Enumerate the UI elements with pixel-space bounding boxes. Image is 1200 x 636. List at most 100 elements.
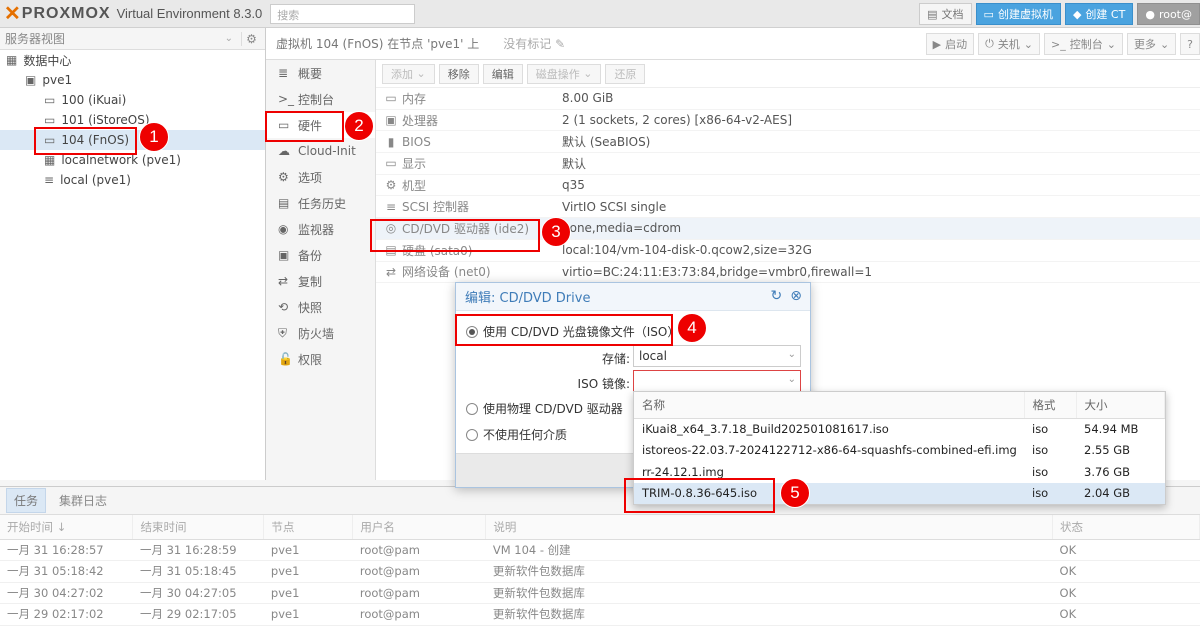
- chevron-down-icon[interactable]: ⌄: [225, 33, 233, 44]
- product-version: Virtual Environment 8.3.0: [116, 6, 263, 21]
- more-button[interactable]: 更多 ⌄: [1126, 33, 1177, 55]
- unlock-icon: 🔓: [278, 352, 293, 366]
- nav-item[interactable]: ⟲ 快照: [266, 294, 375, 320]
- shutdown-button[interactable]: ⏻ 关机 ⌄: [978, 33, 1040, 55]
- list-icon: ▤: [278, 196, 290, 210]
- nav-item[interactable]: ☁ Cloud-Init: [266, 138, 375, 164]
- play-icon: ▶: [932, 37, 942, 51]
- iso-row[interactable]: TRIM-0.8.36-645.iso iso 2.04 GB: [634, 482, 1165, 504]
- book-icon: ▤: [927, 7, 938, 21]
- task-row[interactable]: 一月 31 16:28:57 一月 31 16:28:59 pve1 root@pam…: [0, 539, 1200, 561]
- hardware-row[interactable]: ▮ BIOS 默认 (SeaBIOS): [376, 131, 1200, 154]
- scsi-icon: ≡: [385, 199, 397, 214]
- help-button[interactable]: ?: [1180, 33, 1200, 55]
- search-input[interactable]: 搜索: [270, 3, 416, 24]
- cloud-icon: ☁: [278, 144, 290, 158]
- tree-item[interactable]: ▭ 100 (iKuai): [0, 90, 265, 110]
- hardware-row[interactable]: ≡ SCSI 控制器 VirtIO SCSI single: [376, 196, 1200, 219]
- proxmox-logo: ✕ PROXMOX Virtual Environment 8.3.0: [4, 4, 262, 24]
- storage-select[interactable]: local ⌄: [633, 345, 801, 367]
- hardware-row[interactable]: ▭ 内存 8.00 GiB: [376, 88, 1200, 110]
- iso-row[interactable]: istoreos-22.03.7-2024122712-x86-64-squas…: [634, 440, 1165, 462]
- tab-tasks[interactable]: 任务: [6, 488, 47, 513]
- create-ct-button[interactable]: ◆ 创建 CT: [1064, 3, 1134, 25]
- vm-header: 虚拟机 104 (FnOS) 在节点 'pve1' 上 没有标记 ✎ ▶ 启动 ⏻…: [266, 28, 1200, 60]
- chevron-down-icon: ⌄: [787, 349, 796, 360]
- hardware-row[interactable]: ◎ CD/DVD 驱动器 (ide2) none,media=cdrom: [376, 218, 1200, 240]
- iso-image-select[interactable]: ⌄: [633, 370, 801, 392]
- tree-item[interactable]: ▣ pve1: [0, 70, 265, 90]
- tree-item[interactable]: ▦ 数据中心: [0, 50, 265, 70]
- hardware-row[interactable]: ▤ 硬盘 (sata0) local:104/vm-104-disk-0.qcow2…: [376, 240, 1200, 262]
- disk-ops-button[interactable]: 磁盘操作 ⌄: [526, 63, 602, 84]
- no-media-option[interactable]: 不使用任何介质: [466, 426, 567, 443]
- task-column-header[interactable]: 状态: [1052, 515, 1200, 540]
- docs-button[interactable]: ▤ 文档: [919, 3, 972, 25]
- task-row[interactable]: 一月 30 04:27:02 一月 30 04:27:05 pve1 root@pam…: [0, 582, 1200, 604]
- nav-item[interactable]: ◉ 监视器: [266, 216, 375, 242]
- hardware-row[interactable]: ⚙ 机型 q35: [376, 175, 1200, 197]
- nav-item[interactable]: 🔓 权限: [266, 346, 375, 372]
- radio-selected[interactable]: [466, 326, 478, 338]
- shield-icon: ⛨: [278, 325, 288, 340]
- task-row[interactable]: 一月 31 05:18:42 一月 31 05:18:45 pve1 root@pam…: [0, 560, 1200, 583]
- vm-icon: ▭: [44, 113, 56, 127]
- nav-item[interactable]: ▤ 任务历史: [266, 190, 375, 216]
- start-button[interactable]: ▶ 启动: [925, 33, 975, 55]
- nav-item[interactable]: >_ 控制台: [266, 86, 375, 112]
- tab-cluster-log[interactable]: 集群日志: [52, 489, 114, 512]
- reset-icon[interactable]: ↻: [771, 288, 783, 304]
- hardware-row[interactable]: ▭ 显示 默认: [376, 153, 1200, 175]
- task-column-header[interactable]: 结束时间: [132, 515, 265, 540]
- create-vm-button[interactable]: ▭ 创建虚拟机: [975, 3, 1061, 25]
- nav-item[interactable]: ≣ 概要: [266, 60, 375, 86]
- tree-item[interactable]: ▭ 101 (iStoreOS): [0, 110, 265, 130]
- hardware-row[interactable]: ⇄ 网络设备 (net0) virtio=BC:24:11:E3:73:84,bri…: [376, 262, 1200, 284]
- task-table: 开始时间 ↓ 结束时间 节点 用户名 说明 状态 一月 31 16:28:57 一月 31 …: [0, 515, 1200, 626]
- col-size[interactable]: 大小: [1076, 392, 1165, 419]
- tree-item[interactable]: ≡ local (pve1): [0, 170, 265, 190]
- physical-drive-option[interactable]: 使用物理 CD/DVD 驱动器: [466, 400, 623, 417]
- nav-item[interactable]: ⇄ 复制: [266, 268, 375, 294]
- hardware-toolbar: 添加 ⌄ 移除 编辑 磁盘操作 ⌄ 还原: [376, 60, 1200, 88]
- revert-button[interactable]: 还原: [605, 63, 646, 84]
- col-format[interactable]: 格式: [1024, 392, 1077, 419]
- nav-item[interactable]: ⚙ 选项: [266, 164, 375, 190]
- iso-row[interactable]: rr-24.12.1.img iso 3.76 GB: [634, 461, 1165, 483]
- network-icon: ⇄: [385, 264, 397, 279]
- task-column-header[interactable]: 用户名: [352, 515, 487, 540]
- iso-row[interactable]: iKuai8_x64_3.7.18_Build202501081617.iso i…: [634, 418, 1165, 440]
- storage-icon: ≡: [44, 173, 55, 187]
- terminal-icon: >_: [1051, 37, 1066, 51]
- console-icon: >_: [278, 92, 295, 106]
- task-column-header[interactable]: 节点: [263, 515, 354, 540]
- remove-button[interactable]: 移除: [438, 63, 479, 84]
- eye-icon: ◉: [278, 222, 289, 236]
- task-column-header[interactable]: 开始时间 ↓: [0, 515, 134, 540]
- task-panel: 任务 集群日志 开始时间 ↓ 结束时间 节点 用户名 说明 状态 一月 31 16:28:…: [0, 486, 1200, 636]
- save-icon: ▣: [278, 248, 290, 262]
- col-name[interactable]: 名称: [634, 392, 1025, 419]
- hardware-list: ▭ 内存 8.00 GiB ▣ 处理器 2 (1 sockets, 2 cores) [x…: [376, 88, 1200, 284]
- tree-item[interactable]: ▦ localnetwork (pve1): [0, 150, 265, 170]
- gear-icon[interactable]: ⚙: [241, 31, 261, 46]
- console-button[interactable]: >_ 控制台 ⌄: [1044, 33, 1123, 55]
- nav-item[interactable]: ⛨ 防火墙: [266, 320, 375, 346]
- hardware-row[interactable]: ▣ 处理器 2 (1 sockets, 2 cores) [x86-64-v2-AE…: [376, 110, 1200, 132]
- page-title: 虚拟机 104 (FnOS) 在节点 'pve1' 上: [276, 37, 480, 51]
- task-row[interactable]: 一月 29 02:17:02 一月 29 02:17:05 pve1 root@pam…: [0, 603, 1200, 626]
- iso-option[interactable]: 使用 CD/DVD 光盘镜像文件（ISO）: [466, 323, 679, 340]
- pencil-icon: ✎: [555, 37, 566, 51]
- close-icon[interactable]: ⊗: [790, 288, 802, 304]
- monitor-icon: ▭: [278, 118, 290, 132]
- view-selector[interactable]: 服务器视图 ⌄ ⚙: [0, 28, 265, 50]
- vm-icon: ▭: [44, 93, 56, 107]
- memory-icon: ▭: [385, 91, 397, 106]
- edit-button[interactable]: 编辑: [482, 63, 523, 84]
- tree-item[interactable]: ▭ 104 (FnOS): [0, 130, 265, 150]
- add-button[interactable]: 添加 ⌄: [382, 63, 435, 84]
- nav-item[interactable]: ▣ 备份: [266, 242, 375, 268]
- user-menu-button[interactable]: ● root@: [1137, 3, 1200, 25]
- task-column-header[interactable]: 说明: [485, 515, 1054, 540]
- no-tags-label[interactable]: 没有标记 ✎: [503, 35, 565, 52]
